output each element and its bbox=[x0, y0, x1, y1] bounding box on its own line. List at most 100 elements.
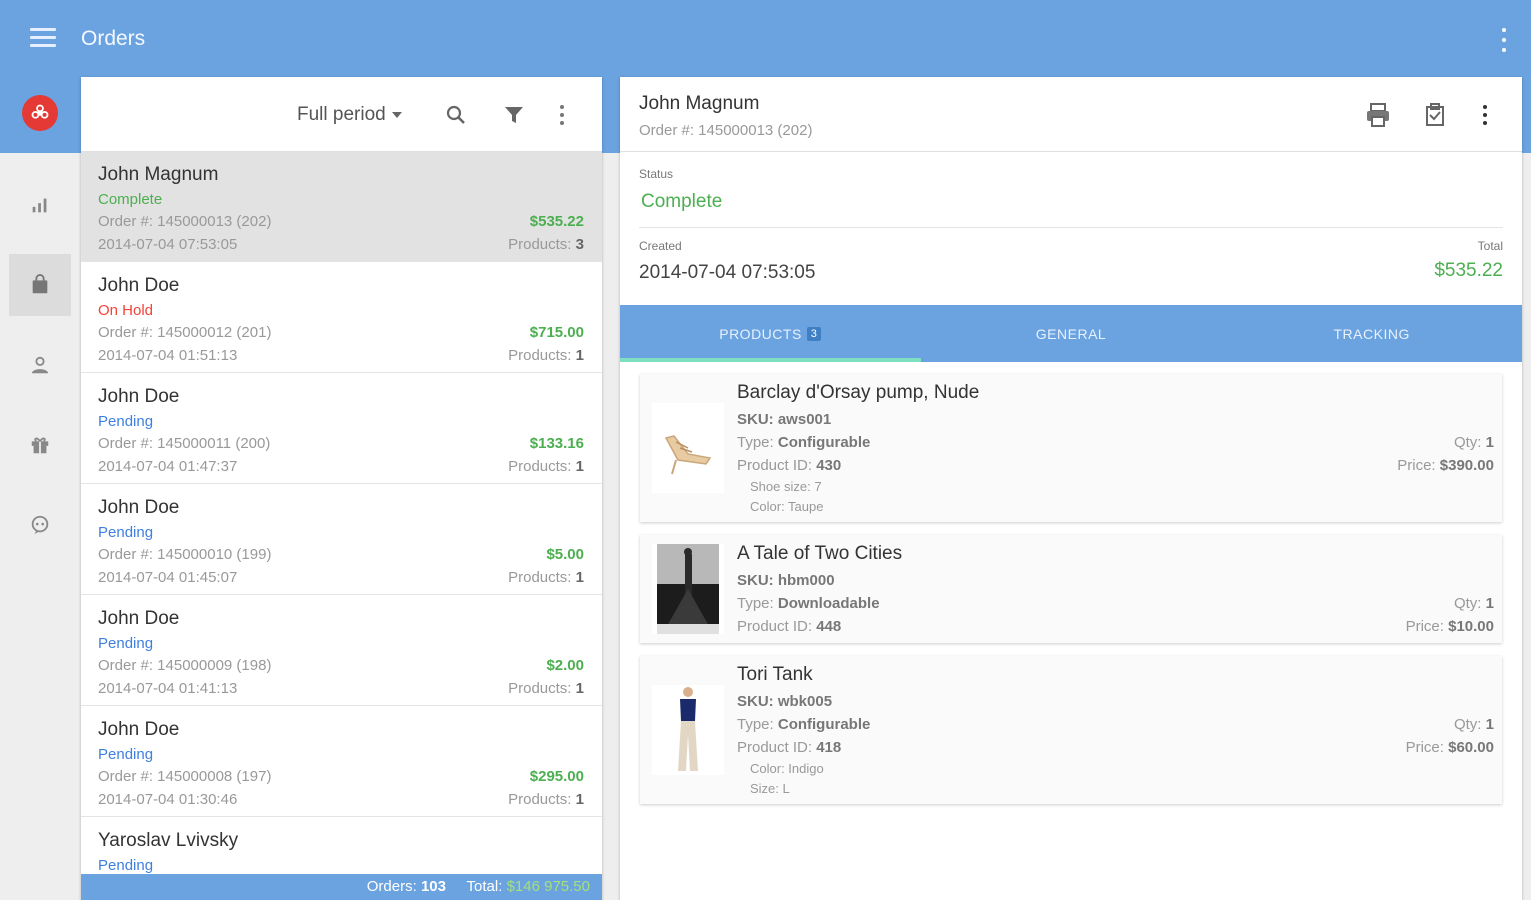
order-number: Order #: 145000008 (197) bbox=[98, 768, 272, 785]
product-title: Barclay d'Orsay pump, Nude bbox=[737, 382, 980, 403]
product-sku-label: SKU: bbox=[737, 411, 774, 428]
period-label: Full period bbox=[297, 104, 386, 125]
detail-header: John Magnum Order #: 145000013 (202) bbox=[620, 77, 1522, 152]
product-price-label: Price: bbox=[1405, 618, 1444, 635]
order-products: Products: 1 bbox=[508, 458, 584, 475]
product-thumbnail bbox=[652, 685, 724, 775]
orders-count-label: Orders: bbox=[366, 878, 417, 895]
product-type-label: Type: bbox=[737, 434, 774, 451]
rail-item-products[interactable] bbox=[9, 414, 71, 476]
tab-products-count: 3 bbox=[806, 326, 822, 341]
detail-tabs: PRODUCTS 3 GENERAL TRACKING bbox=[620, 305, 1522, 362]
product-sku-label: SKU: bbox=[737, 693, 774, 710]
created-label: Created bbox=[639, 239, 682, 253]
product-id-label: Product ID: bbox=[737, 618, 813, 635]
product-qty-value: 1 bbox=[1485, 595, 1494, 612]
product-sku-value: hbm000 bbox=[777, 572, 835, 589]
product-attribute: Shoe size: 7 bbox=[750, 479, 822, 494]
product-qty: Qty: 1 bbox=[1454, 595, 1494, 612]
order-customer-name: John Magnum bbox=[98, 164, 219, 185]
tab-tracking[interactable]: TRACKING bbox=[1221, 305, 1522, 362]
hamburger-menu-icon[interactable] bbox=[30, 28, 56, 50]
product-card[interactable]: Tori Tank SKU: wbk005 Type: Configurable Pr… bbox=[640, 656, 1502, 804]
product-type: Type: Downloadable bbox=[737, 595, 880, 612]
order-number: Order #: 145000011 (200) bbox=[98, 435, 271, 452]
order-products-count: 1 bbox=[575, 458, 584, 475]
total-label: Total bbox=[1477, 239, 1503, 253]
product-type-label: Type: bbox=[737, 716, 774, 733]
product-card[interactable]: Barclay d'Orsay pump, Nude SKU: aws001 Typ… bbox=[640, 374, 1502, 522]
detail-order-number: Order #: 145000013 (202) bbox=[639, 122, 813, 139]
order-products-label: Products: bbox=[508, 791, 572, 808]
order-status: Pending bbox=[98, 413, 154, 430]
order-list-item[interactable]: John Doe Pending Order #: 145000009 (198) 2… bbox=[81, 596, 602, 706]
order-customer-name: John Doe bbox=[98, 275, 180, 296]
filter-icon[interactable] bbox=[502, 103, 526, 127]
order-number: Order #: 145000010 (199) bbox=[98, 546, 272, 563]
tab-general[interactable]: GENERAL bbox=[921, 305, 1222, 362]
order-products-label: Products: bbox=[508, 347, 572, 364]
total-value: $535.22 bbox=[1434, 260, 1503, 281]
order-date: 2014-07-04 07:53:05 bbox=[98, 236, 238, 253]
product-id-label: Product ID: bbox=[737, 739, 813, 756]
product-id: Product ID: 430 bbox=[737, 457, 841, 474]
tab-tracking-label: TRACKING bbox=[1333, 325, 1410, 342]
order-products-count: 1 bbox=[575, 569, 584, 586]
order-products-count: 1 bbox=[575, 680, 584, 697]
order-list-item[interactable]: John Magnum Complete Order #: 145000013 (2… bbox=[81, 152, 602, 262]
app-logo-icon[interactable] bbox=[22, 95, 58, 131]
order-list-item[interactable]: John Doe Pending Order #: 145000011 (200) 2… bbox=[81, 374, 602, 484]
order-products: Products: 1 bbox=[508, 680, 584, 697]
rail-item-support[interactable] bbox=[9, 494, 71, 556]
orders-total-value: $146 975.50 bbox=[506, 878, 590, 895]
search-icon[interactable] bbox=[444, 103, 468, 127]
product-attribute: Color: Indigo bbox=[750, 761, 824, 776]
order-products-count: 3 bbox=[575, 236, 584, 253]
rail-item-customers[interactable] bbox=[9, 334, 71, 396]
print-icon[interactable] bbox=[1364, 101, 1392, 129]
product-attribute: Size: L bbox=[750, 781, 790, 796]
order-date: 2014-07-04 01:30:46 bbox=[98, 791, 238, 808]
product-card[interactable]: A Tale of Two Cities SKU: hbm000 Type: Dow… bbox=[640, 535, 1502, 643]
order-list-item[interactable]: John Doe Pending Order #: 145000010 (199) 2… bbox=[81, 485, 602, 595]
product-price-label: Price: bbox=[1397, 457, 1436, 474]
product-id-value: 418 bbox=[816, 739, 842, 756]
product-price: Price: $10.00 bbox=[1406, 618, 1494, 635]
status-label: Status bbox=[639, 167, 674, 181]
divider bbox=[639, 227, 1503, 228]
list-footer: Orders: 103 Total: $146 975.50 bbox=[81, 874, 602, 900]
product-price-value: $10.00 bbox=[1448, 618, 1494, 635]
product-qty-label: Qty: bbox=[1453, 595, 1482, 612]
tab-general-label: GENERAL bbox=[1035, 325, 1107, 342]
order-products-label: Products: bbox=[508, 569, 572, 586]
caret-down-icon bbox=[391, 111, 402, 118]
rail-item-orders[interactable] bbox=[9, 254, 71, 316]
detail-overflow-menu-icon[interactable] bbox=[1482, 105, 1488, 125]
product-id: Product ID: 418 bbox=[737, 739, 841, 756]
order-list-item[interactable]: John Doe On Hold Order #: 145000012 (201) 2… bbox=[81, 263, 602, 373]
order-date: 2014-07-04 01:45:07 bbox=[98, 569, 238, 586]
order-products-label: Products: bbox=[508, 680, 572, 697]
chat-bubble-icon bbox=[31, 515, 49, 535]
product-attribute: Color: Taupe bbox=[750, 499, 824, 514]
list-overflow-menu-icon[interactable] bbox=[559, 105, 565, 125]
product-sku: SKU: wbk005 bbox=[737, 693, 832, 710]
order-products: Products: 1 bbox=[508, 791, 584, 808]
order-date: 2014-07-04 01:41:13 bbox=[98, 680, 238, 697]
order-date: 2014-07-04 01:51:13 bbox=[98, 347, 238, 364]
product-type: Type: Configurable bbox=[737, 434, 870, 451]
order-list-item[interactable]: John Doe Pending Order #: 145000008 (197) 2… bbox=[81, 707, 602, 817]
overflow-menu-icon[interactable] bbox=[1499, 28, 1509, 52]
period-dropdown[interactable]: Full period bbox=[297, 104, 402, 126]
order-products: Products: 1 bbox=[508, 569, 584, 586]
order-products: Products: 3 bbox=[508, 236, 584, 253]
order-total: $5.00 bbox=[546, 546, 584, 563]
orders-total-label: Total: bbox=[466, 878, 503, 895]
tab-products[interactable]: PRODUCTS 3 bbox=[620, 305, 921, 362]
order-products-count: 1 bbox=[575, 791, 584, 808]
order-status: Pending bbox=[98, 635, 154, 652]
rail-item-dashboard[interactable] bbox=[9, 174, 71, 236]
shipment-icon[interactable] bbox=[1421, 101, 1449, 129]
order-customer-name: John Doe bbox=[98, 608, 180, 629]
order-date: 2014-07-04 01:47:37 bbox=[98, 458, 238, 475]
